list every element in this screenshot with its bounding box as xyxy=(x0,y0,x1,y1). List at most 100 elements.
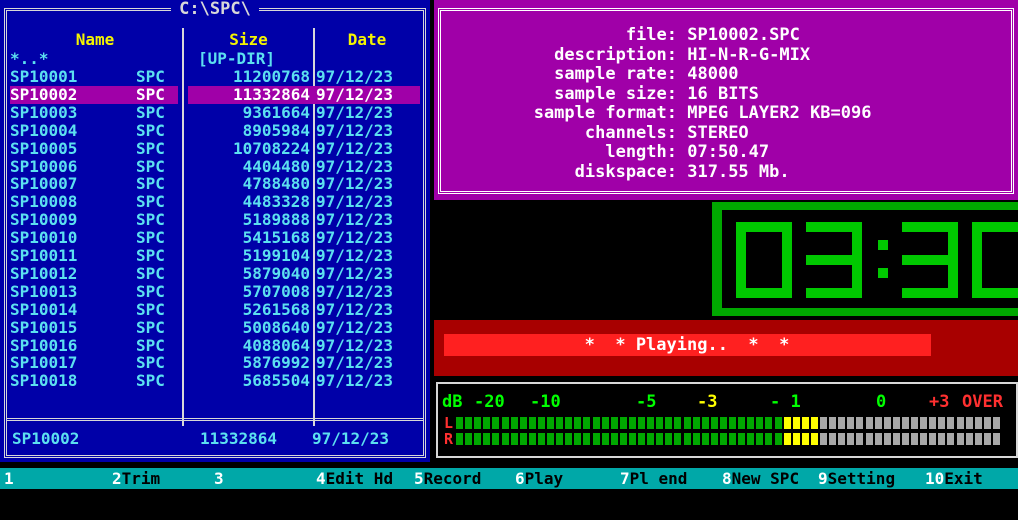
vu-segment xyxy=(992,417,1000,429)
function-key-label: Play xyxy=(524,469,564,488)
file-date: 97/12/23 xyxy=(316,335,394,355)
function-key-f2[interactable]: 2Trim xyxy=(112,468,160,489)
file-size: 4404480 xyxy=(242,156,310,176)
function-key-label: New SPC xyxy=(731,469,800,488)
file-ext: SPC xyxy=(136,263,165,283)
function-key-f4[interactable]: 4Edit Hd xyxy=(316,468,393,489)
function-key-f6[interactable]: 6Play xyxy=(515,468,563,489)
file-ext: SPC xyxy=(136,335,165,355)
file-row[interactable]: SP10008 SPC 4483328 97/12/23 xyxy=(10,193,420,211)
function-key-f7[interactable]: 7Pl end xyxy=(620,468,697,489)
vu-segment xyxy=(701,417,709,429)
vu-scale-label: dB xyxy=(442,392,463,412)
file-name: SP10005 xyxy=(10,138,78,158)
file-date: 97/12/23 xyxy=(316,353,394,373)
vu-segment xyxy=(501,433,509,445)
file-size: 5415168 xyxy=(242,228,310,248)
file-row[interactable]: SP10009 SPC 5189888 97/12/23 xyxy=(10,211,420,229)
file-name: SP10017 xyxy=(10,353,78,373)
summary-name: SP10002 xyxy=(12,429,80,448)
time-digit xyxy=(806,222,862,298)
file-size: 4788480 xyxy=(242,174,310,194)
vu-segment xyxy=(810,417,818,429)
vu-segment xyxy=(810,433,818,445)
file-row[interactable]: SP10003 SPC 9361664 97/12/23 xyxy=(10,103,420,122)
file-row[interactable]: SP10001 SPC 11200768 97/12/23 xyxy=(10,68,420,86)
vu-segment xyxy=(665,433,673,445)
function-key-f5[interactable]: 5Record xyxy=(414,468,491,489)
function-key-f1[interactable]: 1 xyxy=(4,468,14,489)
file-row[interactable]: SP10016 SPC 4088064 97/12/23 xyxy=(10,335,420,355)
file-ext: SPC xyxy=(136,156,165,176)
vu-segment xyxy=(792,433,800,445)
vu-segment xyxy=(774,433,782,445)
vu-segment xyxy=(838,433,846,445)
function-key-f9[interactable]: 9Setting xyxy=(818,468,895,489)
summary-date: 97/12/23 xyxy=(312,429,390,448)
vu-scale-label: +3 xyxy=(929,392,950,412)
file-row[interactable]: SP10007 SPC 4788480 97/12/23 xyxy=(10,175,420,193)
column-header-name[interactable]: Name xyxy=(10,30,180,50)
vu-segment xyxy=(519,417,527,429)
column-header-date[interactable]: Date xyxy=(317,30,417,50)
playback-status-text: * * Playing.. * * xyxy=(584,335,790,355)
file-row[interactable]: SP10005 SPC 10708224 97/12/23 xyxy=(10,138,420,158)
file-date: 97/12/23 xyxy=(316,299,394,319)
info-field-label: sample format: xyxy=(533,103,677,123)
elapsed-time-digits xyxy=(736,222,1018,298)
vu-segment xyxy=(801,417,809,429)
vu-segment xyxy=(492,417,500,429)
vu-segment xyxy=(565,417,573,429)
file-row[interactable]: SP10010 SPC 5415168 97/12/23 xyxy=(10,229,420,247)
file-date: 97/12/23 xyxy=(316,84,394,104)
file-name: SP10008 xyxy=(10,192,78,212)
vu-segment xyxy=(974,417,982,429)
updir-row[interactable]: *..* [UP-DIR] xyxy=(10,50,420,68)
vu-segment xyxy=(729,433,736,445)
file-row[interactable]: SP10004 SPC 8905984 97/12/23 xyxy=(10,121,420,140)
vu-segment xyxy=(774,417,782,429)
function-key-number: 5 xyxy=(414,469,424,488)
function-key-label: Trim xyxy=(121,469,161,488)
file-ext: SPC xyxy=(136,138,165,158)
function-key-number: 4 xyxy=(316,469,326,488)
vu-segment xyxy=(983,433,991,445)
function-key-f10[interactable]: 10Exit xyxy=(925,468,983,489)
file-name: SP10011 xyxy=(10,246,78,265)
file-row[interactable]: SP10006 SPC 4404480 97/12/23 xyxy=(10,156,420,176)
file-row-selected[interactable]: SP10002 SPC 11332864 97/12/23 xyxy=(10,84,420,104)
vu-segment xyxy=(938,433,946,445)
vu-segment xyxy=(847,417,855,429)
file-size: 5199104 xyxy=(242,246,310,265)
vu-segment xyxy=(510,417,518,429)
file-ext: SPC xyxy=(136,210,165,230)
file-row[interactable]: SP10011 SPC 5199104 97/12/23 xyxy=(10,247,420,265)
file-row[interactable]: SP10015 SPC 5008640 97/12/23 xyxy=(10,318,420,337)
file-ext: SPC xyxy=(136,299,165,319)
vu-segment xyxy=(820,433,827,445)
vu-segment xyxy=(974,433,982,445)
file-ext: SPC xyxy=(136,353,165,373)
file-size: 5685504 xyxy=(242,371,310,391)
vu-segment xyxy=(719,433,727,445)
file-row[interactable]: SP10012 SPC 5879040 97/12/23 xyxy=(10,263,420,283)
file-name: SP10006 xyxy=(10,156,78,176)
vu-segment xyxy=(537,417,545,429)
file-size: 5879040 xyxy=(242,263,310,283)
column-header-size[interactable]: Size xyxy=(186,30,311,50)
file-size: 5876992 xyxy=(242,353,310,373)
function-key-label: Setting xyxy=(827,469,896,488)
file-row[interactable]: SP10013 SPC 5707008 97/12/23 xyxy=(10,282,420,301)
function-key-number: 2 xyxy=(112,469,122,488)
function-key-f3[interactable]: 3 xyxy=(214,468,224,489)
file-row[interactable]: SP10018 SPC 5685504 97/12/23 xyxy=(10,372,420,390)
file-ext: SPC xyxy=(136,371,165,391)
info-field-value: 48000 xyxy=(687,64,739,84)
file-row[interactable]: SP10017 SPC 5876992 97/12/23 xyxy=(10,354,420,372)
vu-segment xyxy=(901,417,909,429)
function-key-f8[interactable]: 8New SPC xyxy=(722,468,799,489)
vu-segment xyxy=(665,417,673,429)
file-row[interactable]: SP10014 SPC 5261568 97/12/23 xyxy=(10,299,420,319)
vu-segment xyxy=(783,433,791,445)
vu-segment xyxy=(874,433,882,445)
